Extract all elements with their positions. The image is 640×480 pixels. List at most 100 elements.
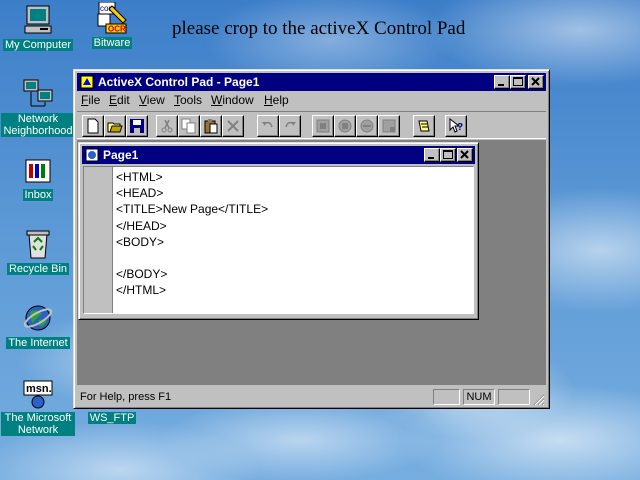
- menu-accel: V: [139, 93, 147, 107]
- minimize-button[interactable]: [494, 75, 510, 89]
- layout-button[interactable]: [378, 115, 400, 137]
- desktop-icon-recycle-bin[interactable]: Recycle Bin: [0, 228, 76, 275]
- edit-layout-icon: [418, 120, 430, 132]
- copy-icon: [181, 118, 196, 134]
- close-icon: [531, 77, 540, 86]
- status-panel-caps: [433, 389, 460, 405]
- insert-control-button[interactable]: [312, 115, 334, 137]
- desktop-icon-label: My Computer: [2, 39, 74, 51]
- close-button[interactable]: [528, 75, 544, 89]
- desktop-icon-label: The Internet: [6, 337, 70, 349]
- close-icon: [460, 150, 469, 159]
- layout-icon: [382, 119, 396, 133]
- page1-titlebar[interactable]: Page1: [82, 146, 475, 164]
- script-wizard-button[interactable]: [356, 115, 378, 137]
- redo-button[interactable]: [279, 115, 301, 137]
- internet-explorer-icon: [22, 302, 54, 334]
- open-button[interactable]: [104, 115, 126, 137]
- undo-button[interactable]: [257, 115, 279, 137]
- app-title: ActiveX Control Pad - Page1: [98, 75, 260, 89]
- my-computer-icon: [22, 4, 54, 36]
- undo-icon: [262, 121, 273, 128]
- maximize-icon: [513, 77, 523, 86]
- desktop-icon-label: Bitware: [91, 37, 133, 49]
- desktop-icon-label: Inbox: [22, 189, 54, 201]
- menu-view[interactable]: View: [139, 93, 165, 107]
- status-panel-num: NUM: [463, 389, 495, 405]
- desktop-icon-label: The Microsoft Network: [1, 412, 75, 436]
- menu-label: ools: [180, 93, 203, 107]
- child-maximize-button[interactable]: [440, 148, 456, 162]
- msn-icon: msn.: [22, 377, 54, 409]
- svg-text:?: ?: [457, 122, 463, 133]
- save-button[interactable]: [126, 115, 148, 137]
- menu-accel: E: [109, 93, 118, 107]
- menu-edit[interactable]: Edit: [109, 93, 130, 107]
- status-help-text: For Help, press F1: [80, 391, 172, 403]
- menu-label: dit: [117, 93, 130, 107]
- desktop-icon-the-internet[interactable]: The Internet: [0, 302, 76, 349]
- page1-window[interactable]: Page1 <HTML> <HEAD> <TITLE>New Page</TIT…: [78, 142, 479, 320]
- copy-button[interactable]: [178, 115, 200, 137]
- minimize-icon: [498, 84, 504, 86]
- desktop-icon-inbox[interactable]: Inbox: [0, 154, 76, 201]
- desktop-icon-my-computer[interactable]: My Computer: [0, 4, 76, 51]
- open-icon: [107, 122, 123, 133]
- help-button[interactable]: ?: [445, 115, 467, 137]
- edit-object-icon: [338, 119, 352, 133]
- page-document-icon[interactable]: [85, 148, 99, 162]
- status-panel-scroll: [498, 389, 530, 405]
- desktop-icon-microsoft-network[interactable]: msn. The Microsoft Network: [0, 377, 76, 436]
- desktop-icon-label: WS_FTP: [87, 412, 137, 424]
- desktop-icon-label: Recycle Bin: [6, 263, 70, 275]
- insert-control-icon: [316, 119, 330, 133]
- paste-icon: [204, 119, 218, 134]
- recycle-bin-icon: [22, 228, 54, 260]
- desktop-icon-network-neighborhood[interactable]: Network Neighborhood: [0, 78, 76, 137]
- menu-label: elp: [272, 93, 289, 107]
- status-bar: For Help, press F1 NUM: [77, 387, 546, 407]
- redo-icon: [285, 121, 296, 128]
- toolbar: ?: [77, 111, 546, 139]
- bitware-icon: com OCR: [96, 1, 128, 34]
- desktop-icon-ws-ftp[interactable]: WS_FTP: [74, 412, 150, 424]
- desktop: please crop to the activeX Control Pad M…: [0, 0, 640, 480]
- resize-grip-icon[interactable]: [533, 394, 545, 406]
- html-source-editor[interactable]: <HTML> <HEAD> <TITLE>New Page</TITLE> </…: [83, 166, 474, 314]
- menu-tools[interactable]: Tools: [174, 93, 202, 107]
- network-neighborhood-icon: [22, 78, 54, 110]
- cut-icon: [161, 119, 173, 133]
- editor-margin[interactable]: [84, 167, 113, 313]
- maximize-button[interactable]: [510, 75, 526, 89]
- edit-layout-button[interactable]: [413, 115, 435, 137]
- maximize-icon: [443, 150, 453, 159]
- html-source-text[interactable]: <HTML> <HEAD> <TITLE>New Page</TITLE> </…: [116, 169, 268, 299]
- page1-title: Page1: [103, 148, 139, 162]
- delete-icon: [227, 120, 239, 132]
- app-titlebar[interactable]: ActiveX Control Pad - Page1: [77, 73, 546, 91]
- activex-app-icon[interactable]: [80, 75, 94, 89]
- help-icon: ?: [449, 118, 463, 133]
- menu-label: ile: [88, 93, 101, 107]
- inbox-icon: [22, 154, 54, 186]
- msn-logo-text: msn.: [26, 383, 52, 395]
- delete-button[interactable]: [222, 115, 244, 137]
- menu-bar: File Edit View Tools Window Help: [77, 91, 546, 109]
- minimize-icon: [428, 157, 434, 159]
- child-minimize-button[interactable]: [424, 148, 440, 162]
- menu-window[interactable]: Window: [211, 93, 254, 107]
- menu-help[interactable]: Help: [264, 93, 289, 107]
- desktop-icon-label: Network Neighborhood: [1, 113, 75, 137]
- edit-object-button[interactable]: [334, 115, 356, 137]
- script-wizard-icon: [360, 119, 374, 133]
- new-button[interactable]: [82, 115, 104, 137]
- menu-file[interactable]: File: [81, 93, 100, 107]
- child-close-button[interactable]: [457, 148, 473, 162]
- menu-label: iew: [146, 93, 165, 107]
- paste-button[interactable]: [200, 115, 222, 137]
- menu-accel: H: [264, 93, 273, 107]
- cut-button[interactable]: [156, 115, 178, 137]
- desktop-icon-bitware[interactable]: com OCR Bitware: [74, 1, 150, 49]
- bitware-ocr-text: OCR: [108, 25, 126, 34]
- menu-accel: W: [211, 93, 223, 107]
